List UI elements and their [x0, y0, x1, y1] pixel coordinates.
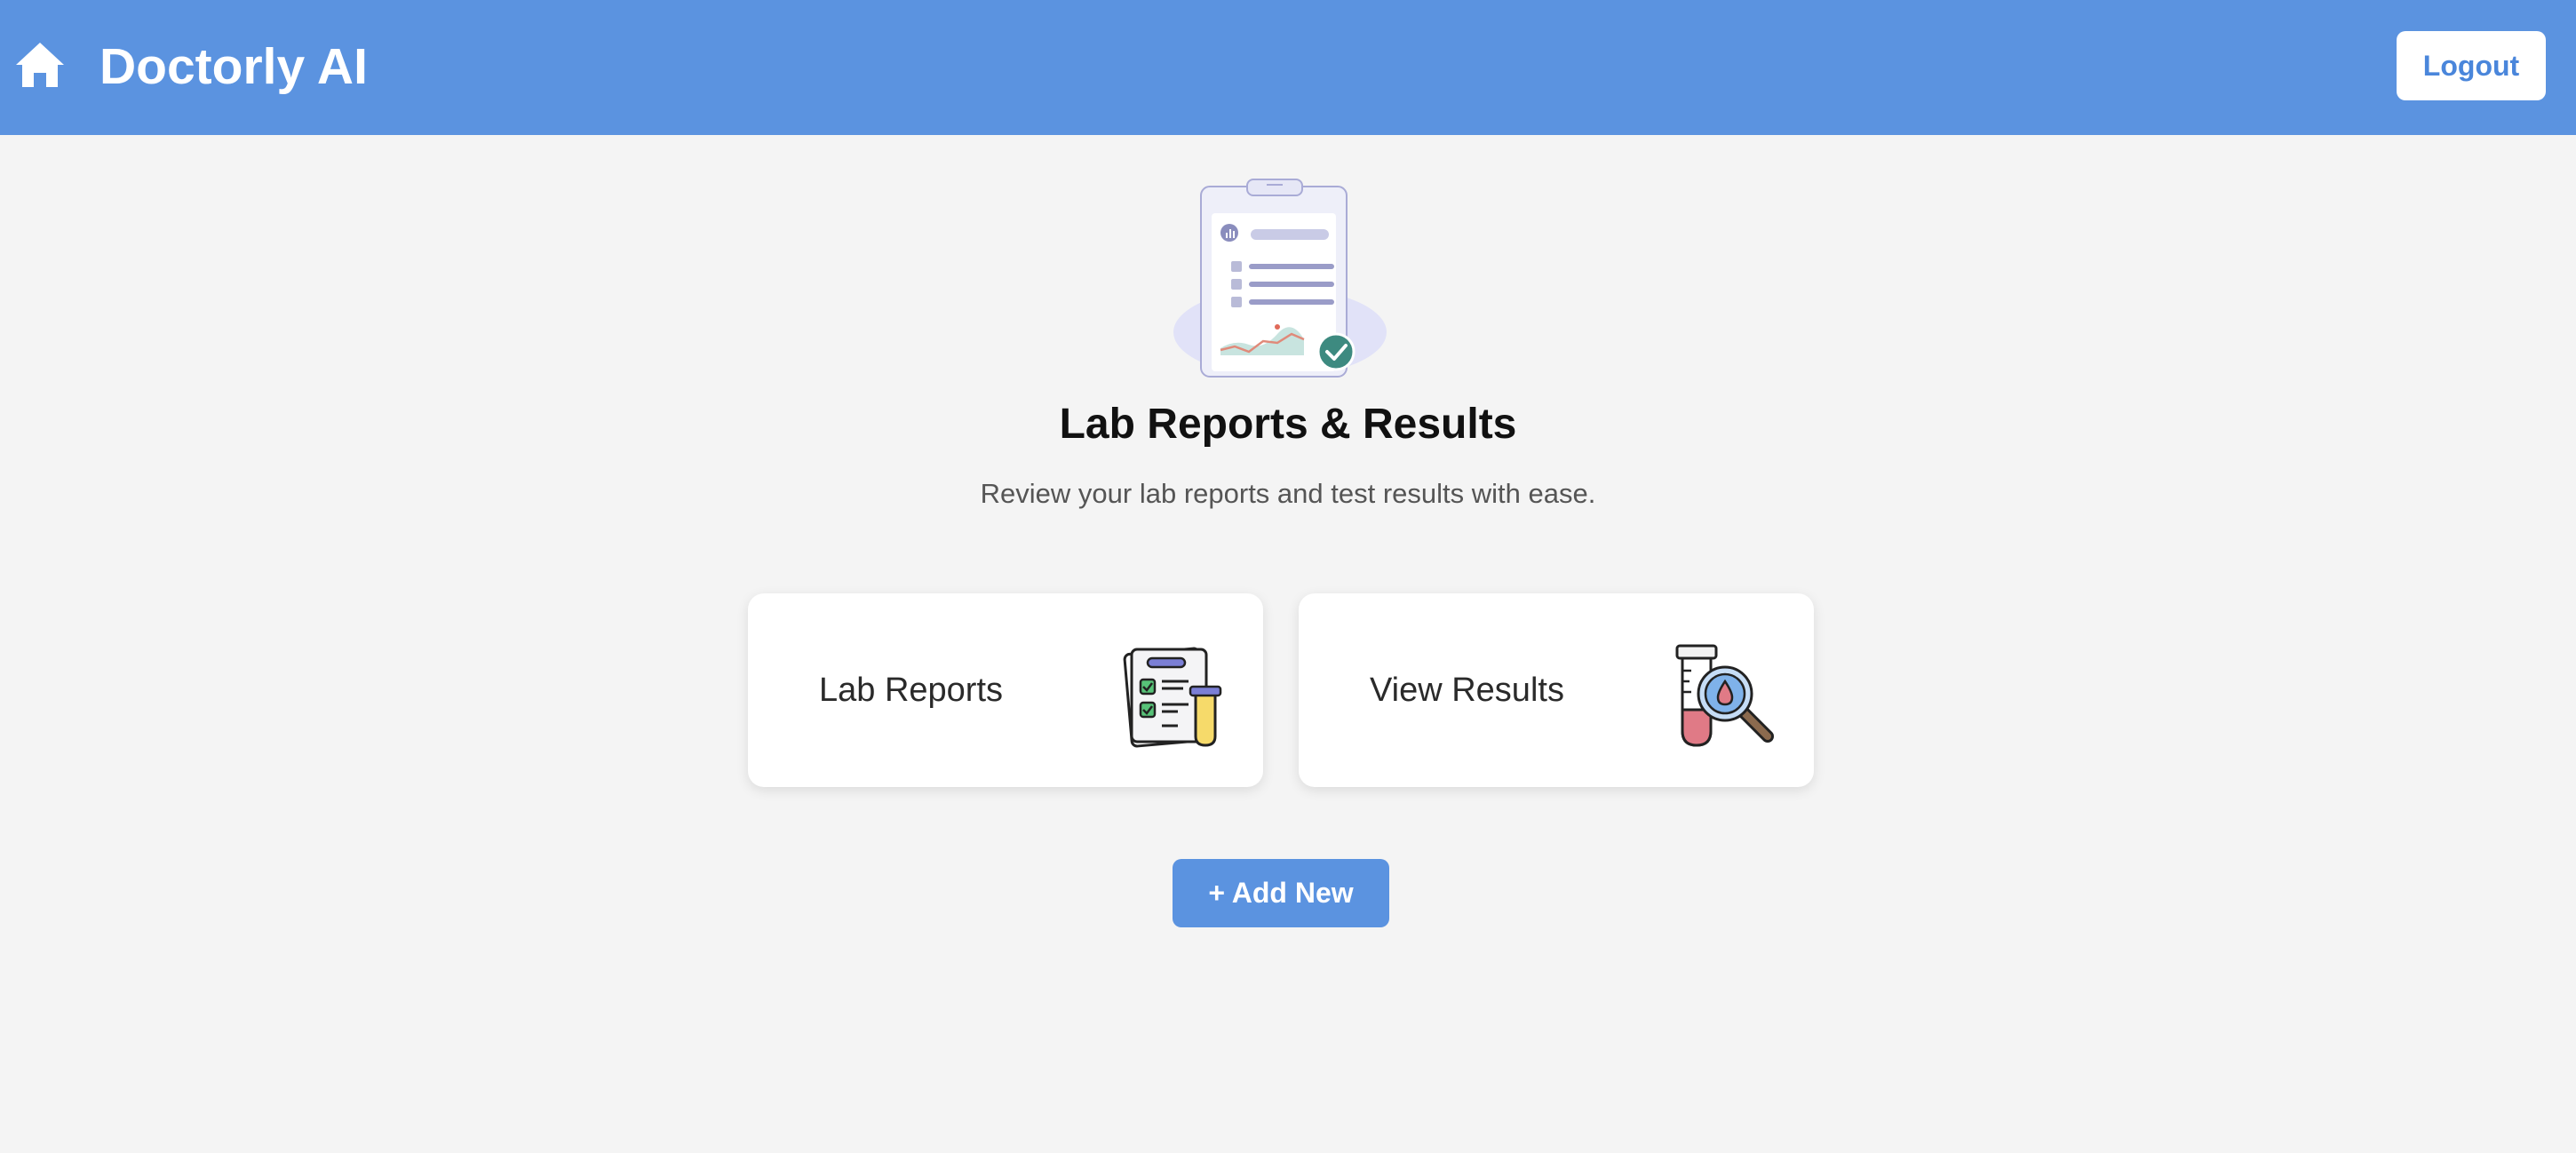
top-header: Doctorly AI Logout — [0, 0, 2576, 135]
test-tube-magnifier-icon — [1675, 644, 1774, 747]
add-new-button[interactable]: + Add New — [1173, 859, 1389, 927]
view-results-label: View Results — [1370, 672, 1564, 709]
clipboard-report-illustration — [1173, 179, 1387, 378]
home-icon[interactable] — [14, 41, 66, 89]
page-subtitle: Review your lab reports and test results… — [980, 478, 1596, 509]
lab-reports-label: Lab Reports — [819, 672, 1004, 709]
lab-reports-card[interactable]: Lab Reports — [748, 593, 1263, 787]
logout-button[interactable]: Logout — [2397, 31, 2546, 100]
page-title: Lab Reports & Results — [1059, 401, 1517, 448]
lab-reports-icon — [1123, 647, 1222, 748]
app-brand: Doctorly AI — [99, 38, 368, 95]
view-results-card[interactable]: View Results — [1299, 593, 1814, 787]
